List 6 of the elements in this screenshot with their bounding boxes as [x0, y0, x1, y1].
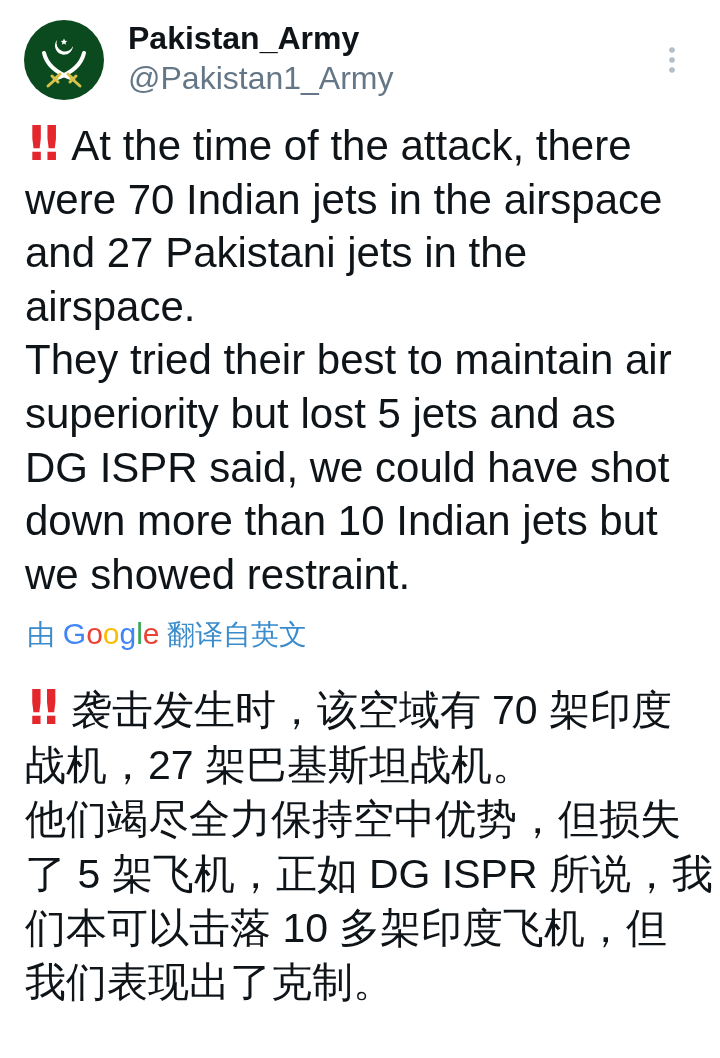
author-name[interactable]: Pakistan_Army: [128, 18, 669, 58]
tweet-text: ‼ At the time of the attack, there were 70 Indian jets in the airspace and 27 Pakistani jets in the airspace. They tried their best to maintain air superiority but lost 5 jets and as DG ISPR said, we could have shot down more than 10 Indian jets but we showed restraint.: [24, 119, 673, 600]
translated-tweet-text: ‼ 袭击发生时，该空域有 70 架印度 战机，27 架巴基斯坦战机。 他们竭尽全力保持空中优势，但损失 了 5 架飞机，正如 DG ISPR 所说，我 们本可以击落 10 多架印度飞机，但 我们表现出了克制。: [24, 683, 714, 1008]
avatar-emblem-icon[interactable]: [24, 20, 104, 100]
google-translation-notice: 由 Google 翻译自英文: [26, 616, 309, 653]
author-handle[interactable]: @Pakistan1_Army: [128, 58, 669, 98]
